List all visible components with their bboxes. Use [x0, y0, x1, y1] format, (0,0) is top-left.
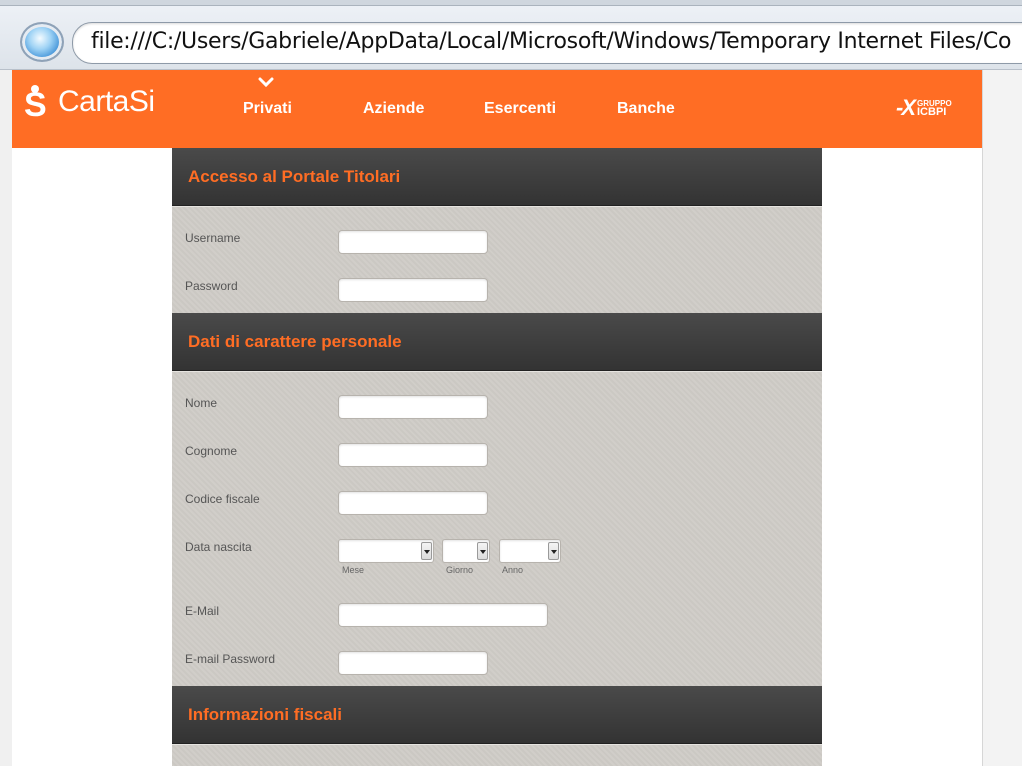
cartasi-logo[interactable]: S CartaSi [24, 82, 155, 122]
toolbar-top-edge [0, 0, 1022, 6]
section-header-personali: Dati di carattere personale [172, 313, 822, 371]
gruppo-label: GRUPPO ICBPI [917, 99, 952, 118]
address-text: file:///C:/Users/Gabriele/AppData/Local/… [91, 29, 1012, 54]
giorno-select[interactable] [442, 539, 490, 563]
page-right-gutter [982, 70, 1022, 766]
logo-text: CartaSi [58, 85, 155, 118]
page-viewport: S CartaSi Privati Aziende Esercenti Banc… [12, 70, 982, 766]
section-title: Dati di carattere personale [188, 332, 402, 351]
giorno-sublabel: Giorno [446, 565, 474, 575]
nav-item-esercenti[interactable]: Esercenti [484, 100, 556, 118]
data-nascita-label: Data nascita [185, 540, 252, 554]
anno-select[interactable] [499, 539, 561, 563]
mese-select[interactable] [338, 539, 434, 563]
codice-fiscale-label: Codice fiscale [185, 492, 260, 506]
icbpi-mark-icon: -X [896, 95, 916, 120]
section-body-fiscali [172, 744, 822, 766]
section-body-accesso: Username Password [172, 206, 822, 313]
nav-item-banche[interactable]: Banche [617, 100, 675, 118]
nav-item-aziende[interactable]: Aziende [363, 100, 424, 118]
globe-icon[interactable] [20, 22, 64, 62]
chevron-down-icon [421, 542, 432, 560]
section-body-personali: Nome Cognome Codice fiscale Data nascita… [172, 371, 822, 686]
password-label: Password [185, 279, 238, 293]
email-password-label: E-mail Password [185, 652, 276, 666]
gruppo-icbpi-logo[interactable]: -X GRUPPO ICBPI [896, 95, 952, 120]
chevron-down-icon [258, 77, 274, 88]
chevron-down-icon [548, 542, 559, 560]
top-navigation: S CartaSi Privati Aziende Esercenti Banc… [12, 70, 982, 148]
registration-form: Accesso al Portale Titolari Username Pas… [172, 148, 822, 766]
cognome-input[interactable] [338, 443, 488, 467]
codice-fiscale-input[interactable] [338, 491, 488, 515]
anno-sublabel: Anno [502, 565, 524, 575]
email-label: E-Mail [185, 604, 220, 618]
browser-toolbar: file:///C:/Users/Gabriele/AppData/Local/… [0, 0, 1022, 70]
address-bar[interactable]: file:///C:/Users/Gabriele/AppData/Local/… [72, 22, 1022, 64]
section-header-accesso: Accesso al Portale Titolari [172, 148, 822, 206]
email-password-input[interactable] [338, 651, 488, 675]
section-header-fiscali: Informazioni fiscali [172, 686, 822, 744]
cognome-label: Cognome [185, 444, 238, 458]
cartasi-logo-icon: S [24, 85, 47, 124]
username-label: Username [185, 231, 241, 245]
mese-sublabel: Mese [342, 565, 365, 575]
nome-input[interactable] [338, 395, 488, 419]
password-input[interactable] [338, 278, 488, 302]
section-title: Informazioni fiscali [188, 705, 342, 724]
nome-label: Nome [185, 396, 218, 410]
nav-item-privati[interactable]: Privati [243, 100, 292, 118]
section-title: Accesso al Portale Titolari [188, 167, 401, 186]
email-input[interactable] [338, 603, 548, 627]
username-input[interactable] [338, 230, 488, 254]
chevron-down-icon [477, 542, 488, 560]
